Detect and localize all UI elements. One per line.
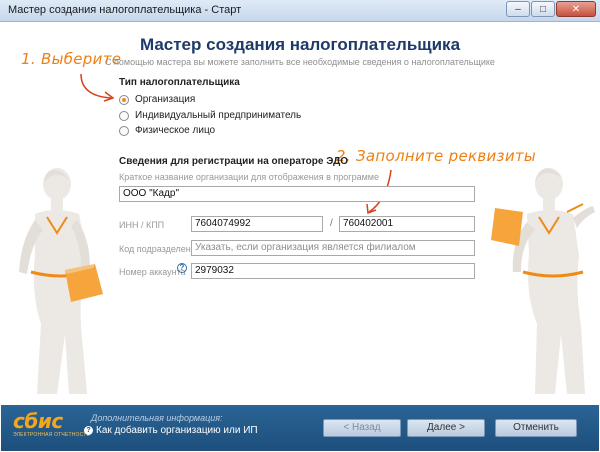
window-title: Мастер создания налогоплательщика - Стар… [8, 4, 242, 16]
subdivision-label: Код подразделения [119, 244, 201, 254]
next-button[interactable]: Далее > [407, 419, 485, 437]
arrow-icon [80, 73, 112, 99]
additional-info-label: Дополнительная информация: [91, 413, 223, 423]
sbis-logo: сбис ЭЛЕКТРОННАЯ ОТЧЕТНОСТЬ [13, 411, 90, 438]
hint-arrows [80, 73, 392, 215]
window-controls: – □ ✕ [506, 1, 596, 17]
radio-label: Индивидуальный предприниматель [135, 110, 302, 121]
window-titlebar: Мастер создания налогоплательщика - Стар… [0, 0, 600, 22]
question-icon: ? [84, 426, 93, 435]
inn-input[interactable]: 7604074992 [191, 216, 323, 232]
help-link[interactable]: ? Как добавить организацию или ИП [84, 425, 258, 436]
logo-tagline: ЭЛЕКТРОННАЯ ОТЧЕТНОСТЬ [13, 432, 91, 438]
radio-button[interactable] [119, 125, 129, 136]
kpp-input[interactable]: 760402001 [339, 216, 475, 232]
back-button[interactable]: < Назад [323, 419, 401, 437]
short-name-label: Краткое название организации для отображ… [119, 172, 379, 182]
help-link-text[interactable]: Как добавить организацию или ИП [96, 425, 258, 436]
radio-individual[interactable]: Физическое лицо [119, 125, 215, 136]
radio-button[interactable] [119, 110, 129, 121]
radio-button-checked[interactable] [119, 94, 129, 105]
radio-individual-entrepreneur[interactable]: Индивидуальный предприниматель [119, 110, 301, 121]
help-icon[interactable]: ? [177, 263, 187, 273]
minimize-button[interactable]: – [506, 1, 530, 17]
wizard-content: 1. Выберите 2. Заполните реквизиты Масте… [1, 22, 599, 405]
short-name-input[interactable]: ООО "Кадр" [119, 186, 475, 202]
inn-kpp-separator: / [330, 218, 333, 229]
account-label: Номер аккаунта [119, 267, 186, 277]
close-button[interactable]: ✕ [556, 1, 596, 17]
taxpayer-type-label: Тип налогоплательщика [119, 77, 240, 88]
cancel-button[interactable]: Отменить [495, 419, 577, 437]
radio-organization[interactable]: Организация [119, 94, 195, 105]
logo-brand: сбис [13, 409, 63, 433]
footer-bar: сбис ЭЛЕКТРОННАЯ ОТЧЕТНОСТЬ Дополнительн… [1, 405, 599, 451]
radio-label: Организация [135, 94, 196, 105]
maximize-button[interactable]: □ [531, 1, 555, 17]
account-input[interactable]: 2979032 [191, 263, 475, 279]
page-title: Мастер создания налогоплательщика [139, 35, 461, 54]
radio-label: Физическое лицо [135, 125, 216, 136]
subdivision-input[interactable]: Указать, если организация является филиа… [191, 240, 475, 256]
page-subtitle: С помощью мастера вы можете заполнить вс… [105, 57, 495, 67]
registration-section-label: Сведения для регистрации на операторе ЭД… [119, 156, 349, 167]
inn-kpp-label: ИНН / КПП [119, 220, 165, 230]
